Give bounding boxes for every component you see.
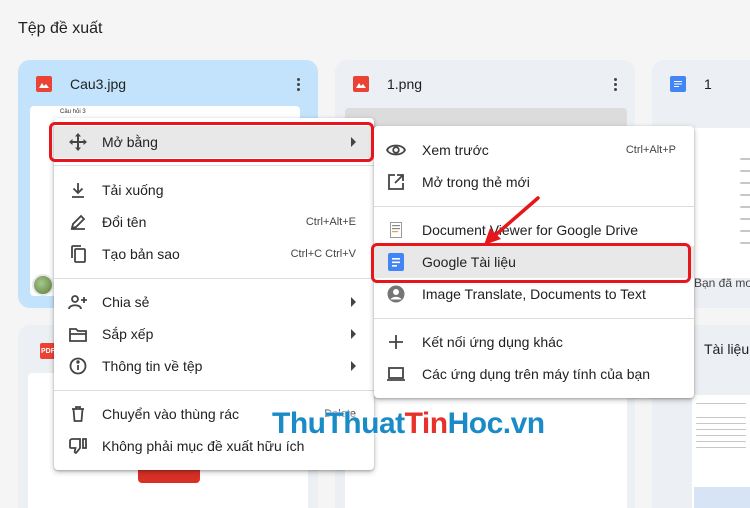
file-name: Tài liệu — [704, 341, 750, 357]
trash-icon — [68, 404, 88, 424]
menu-item-organize[interactable]: Sắp xếp — [54, 318, 374, 350]
menu-item-label: Chuyển vào thùng rác — [102, 406, 239, 422]
menu-item-download[interactable]: Tải xuống — [54, 174, 374, 206]
add-person-icon — [68, 292, 88, 312]
menu-item-label: Tải xuống — [102, 182, 164, 198]
file-name: 1.png — [387, 76, 423, 92]
submenu-arrow-icon — [351, 297, 356, 307]
pencil-icon — [68, 212, 88, 232]
account-circle-icon — [386, 284, 406, 304]
copy-icon — [68, 244, 88, 264]
shortcut-text: Ctrl+Alt+P — [625, 144, 676, 156]
eye-icon — [386, 140, 406, 160]
menu-item-label: Kết nối ứng dụng khác — [422, 334, 563, 350]
download-icon — [68, 180, 88, 200]
submenu-item-preview[interactable]: Xem trước Ctrl+Alt+P — [374, 134, 694, 166]
menu-item-label: Đổi tên — [102, 214, 147, 230]
file-thumbnail — [692, 128, 750, 278]
file-activity-text: Bạn đã mo — [694, 276, 750, 290]
submenu-arrow-icon — [351, 329, 356, 339]
menu-item-label: Tạo bản sao — [102, 246, 180, 262]
image-file-icon — [353, 76, 369, 92]
more-options-icon[interactable] — [605, 74, 625, 94]
menu-item-label: Thông tin về tệp — [102, 358, 203, 374]
image-file-icon — [36, 76, 52, 92]
plus-icon — [386, 332, 406, 352]
shortcut-text: Ctrl+Alt+E — [305, 216, 356, 228]
info-icon — [68, 356, 88, 376]
menu-item-label: Xem trước — [422, 142, 489, 158]
avatar — [32, 274, 54, 296]
submenu-item-connect-apps[interactable]: Kết nối ứng dụng khác — [374, 326, 694, 358]
more-options-icon[interactable] — [288, 74, 308, 94]
menu-item-label: Mở trong thẻ mới — [422, 174, 530, 190]
submenu-arrow-icon — [351, 361, 356, 371]
laptop-icon — [386, 364, 406, 384]
folder-icon — [68, 324, 88, 344]
menu-item-file-info[interactable]: Thông tin về tệp — [54, 350, 374, 382]
menu-item-label: Sắp xếp — [102, 326, 154, 342]
docs-file-icon — [670, 76, 686, 92]
open-with-highlight — [49, 122, 374, 162]
page-title: Tệp đề xuất — [18, 20, 103, 37]
menu-item-make-copy[interactable]: Tạo bản sao Ctrl+C Ctrl+V — [54, 238, 374, 270]
document-viewer-icon — [386, 220, 406, 240]
menu-item-label: Chia sẻ — [102, 294, 150, 310]
menu-item-rename[interactable]: Đổi tên Ctrl+Alt+E — [54, 206, 374, 238]
menu-item-label: Các ứng dụng trên máy tính của bạn — [422, 366, 651, 382]
thumbs-down-icon — [68, 436, 88, 456]
watermark-logo: ThuThuatTinHoc.vn — [272, 407, 545, 440]
open-in-new-icon — [386, 172, 406, 192]
shortcut-text: Ctrl+C Ctrl+V — [290, 248, 356, 260]
menu-item-share[interactable]: Chia sẻ — [54, 286, 374, 318]
menu-item-label: Image Translate, Documents to Text — [422, 286, 646, 302]
file-name: Cau3.jpg — [70, 76, 127, 92]
thumbnail-heading: Câu hỏi 3 — [60, 109, 86, 115]
file-name: 1 — [704, 76, 712, 92]
pointer-arrow-icon — [484, 196, 540, 245]
file-thumbnail — [692, 395, 750, 508]
submenu-item-computer-apps[interactable]: Các ứng dụng trên máy tính của bạn — [374, 358, 694, 390]
